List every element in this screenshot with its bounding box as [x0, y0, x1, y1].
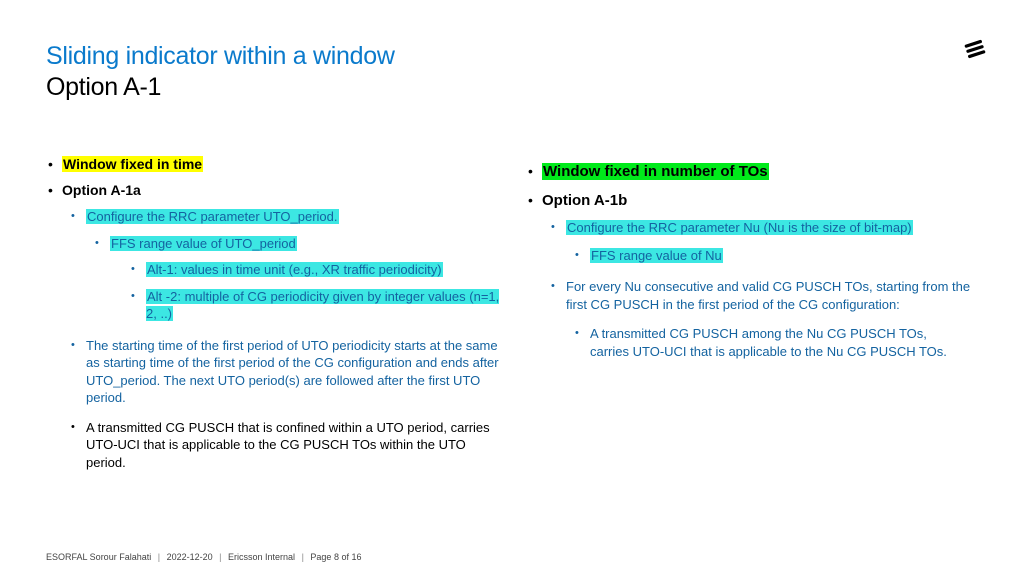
left-transmitted: A transmitted CG PUSCH that is confined … [86, 419, 506, 472]
left-ffs: FFS range value of UTO_period [110, 235, 506, 253]
footer-classification: Ericsson Internal [228, 552, 295, 562]
right-configure: Configure the RRC parameter Nu (Nu is th… [566, 219, 986, 237]
left-starting-time: The starting time of the first period of… [86, 337, 506, 407]
content-columns: Window fixed in time Option A-1a Configu… [46, 156, 986, 481]
left-configure: Configure the RRC parameter UTO_period. [86, 208, 506, 226]
slide-title: Sliding indicator within a window [46, 42, 395, 71]
right-for-every: For every Nu consecutive and valid CG PU… [566, 278, 986, 313]
footer-separator: | [219, 552, 221, 562]
right-option-label: Option A-1b [542, 192, 986, 209]
footer-author: ESORFAL Sorour Falahati [46, 552, 151, 562]
footer-page: Page 8 of 16 [310, 552, 361, 562]
right-heading: Window fixed in number of TOs [542, 163, 986, 180]
left-column: Window fixed in time Option A-1a Configu… [46, 156, 506, 481]
left-option-label: Option A-1a [62, 182, 506, 198]
right-transmitted: A transmitted CG PUSCH among the Nu CG P… [590, 325, 986, 360]
right-column: Window fixed in number of TOs Option A-1… [526, 163, 986, 481]
title-block: Sliding indicator within a window Option… [46, 42, 395, 102]
slide-subtitle: Option A-1 [46, 73, 395, 102]
footer-date: 2022-12-20 [167, 552, 213, 562]
left-alt1: Alt-1: values in time unit (e.g., XR tra… [146, 261, 506, 279]
left-heading: Window fixed in time [62, 156, 506, 172]
slide-footer: ESORFAL Sorour Falahati | 2022-12-20 | E… [46, 552, 361, 562]
ericsson-logo-icon [964, 38, 986, 65]
left-alt2: Alt -2: multiple of CG periodicity given… [146, 288, 506, 323]
right-ffs: FFS range value of Nu [590, 247, 986, 265]
footer-separator: | [302, 552, 304, 562]
footer-separator: | [158, 552, 160, 562]
